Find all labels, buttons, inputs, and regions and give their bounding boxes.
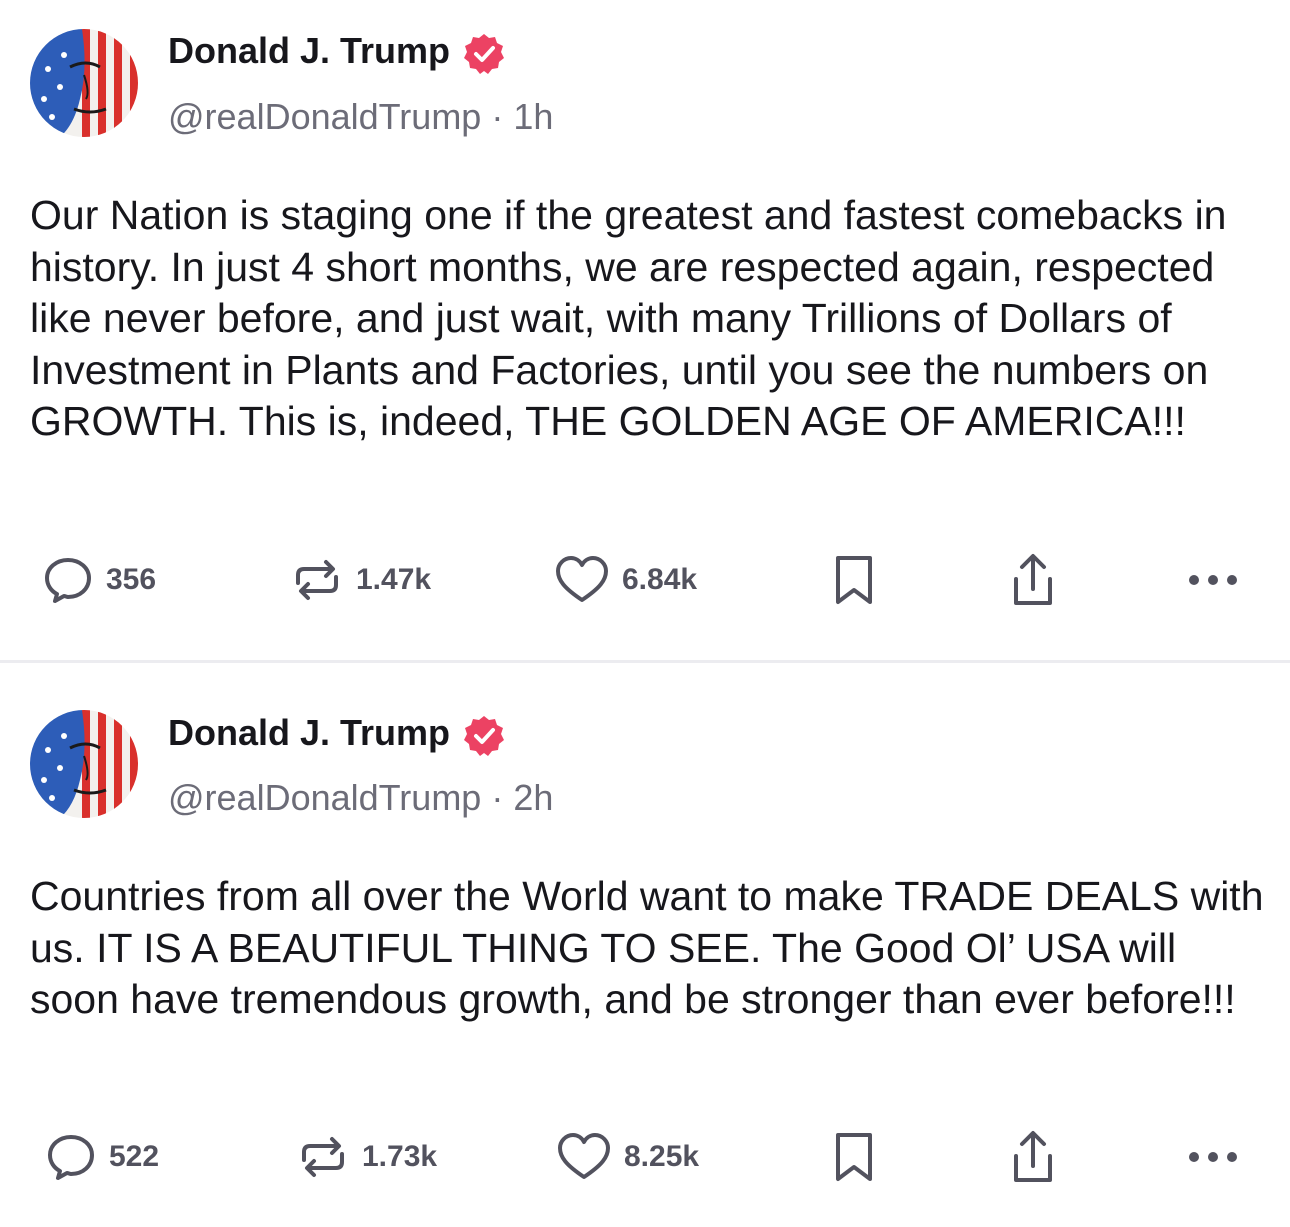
bookmark-button[interactable] xyxy=(832,548,876,612)
display-name[interactable]: Donald J. Trump xyxy=(168,712,450,754)
reply-icon xyxy=(48,1135,94,1180)
verified-badge-icon xyxy=(463,33,505,75)
share-button[interactable] xyxy=(1008,548,1058,612)
repost-button[interactable]: 1.47k xyxy=(290,548,431,612)
repost-count: 1.47k xyxy=(356,563,432,596)
reply-button[interactable]: 522 xyxy=(45,1125,159,1189)
more-button[interactable] xyxy=(1187,1125,1239,1189)
post-text: Countries from all over the World want t… xyxy=(30,873,1264,1023)
like-button[interactable]: 8.25k xyxy=(556,1125,699,1189)
separator: · xyxy=(491,96,504,137)
post[interactable]: Donald J. Trump @realDonaldTrump · 2h Coun… xyxy=(0,663,1290,1227)
share-button[interactable] xyxy=(1008,1125,1058,1189)
post[interactable]: Donald J. Trump @realDonaldTrump · 1h Our … xyxy=(0,0,1290,660)
handle-line: @realDonaldTrump · 1h xyxy=(168,96,553,138)
reply-button[interactable]: 356 xyxy=(42,548,156,612)
like-button[interactable]: 6.84k xyxy=(554,548,697,612)
repost-icon xyxy=(302,1137,344,1177)
bookmark-button[interactable] xyxy=(832,1125,876,1189)
like-icon xyxy=(556,556,608,602)
share-icon xyxy=(1014,554,1052,605)
avatar[interactable] xyxy=(30,710,138,818)
post-text: Our Nation is staging one if the greates… xyxy=(30,192,1227,445)
action-bar: 522 1.73k 8.25k xyxy=(0,1125,1290,1189)
action-bar: 356 1.47k 6.84k xyxy=(0,548,1290,612)
repost-button[interactable]: 1.73k xyxy=(296,1125,437,1189)
reply-icon xyxy=(45,558,91,603)
separator: · xyxy=(491,777,504,818)
more-icon xyxy=(1189,1152,1237,1162)
handle[interactable]: @realDonaldTrump xyxy=(168,96,481,137)
handle-line: @realDonaldTrump · 2h xyxy=(168,777,553,819)
reply-count: 522 xyxy=(109,1140,160,1173)
reply-count: 356 xyxy=(106,563,157,596)
verified-badge-icon xyxy=(463,715,505,757)
like-count: 8.25k xyxy=(624,1140,700,1173)
timestamp[interactable]: 2h xyxy=(513,777,553,818)
bookmark-icon xyxy=(836,1133,872,1181)
display-name[interactable]: Donald J. Trump xyxy=(168,30,450,72)
more-button[interactable] xyxy=(1187,548,1239,612)
share-icon xyxy=(1014,1131,1052,1182)
avatar[interactable] xyxy=(30,29,138,137)
repost-count: 1.73k xyxy=(362,1140,438,1173)
more-icon xyxy=(1189,575,1237,585)
like-icon xyxy=(558,1133,610,1179)
timestamp[interactable]: 1h xyxy=(513,96,553,137)
like-count: 6.84k xyxy=(622,563,698,596)
repost-icon xyxy=(296,560,338,600)
handle[interactable]: @realDonaldTrump xyxy=(168,777,481,818)
feed: Donald J. Trump @realDonaldTrump · 1h Our … xyxy=(0,0,1290,1227)
bookmark-icon xyxy=(836,556,872,604)
